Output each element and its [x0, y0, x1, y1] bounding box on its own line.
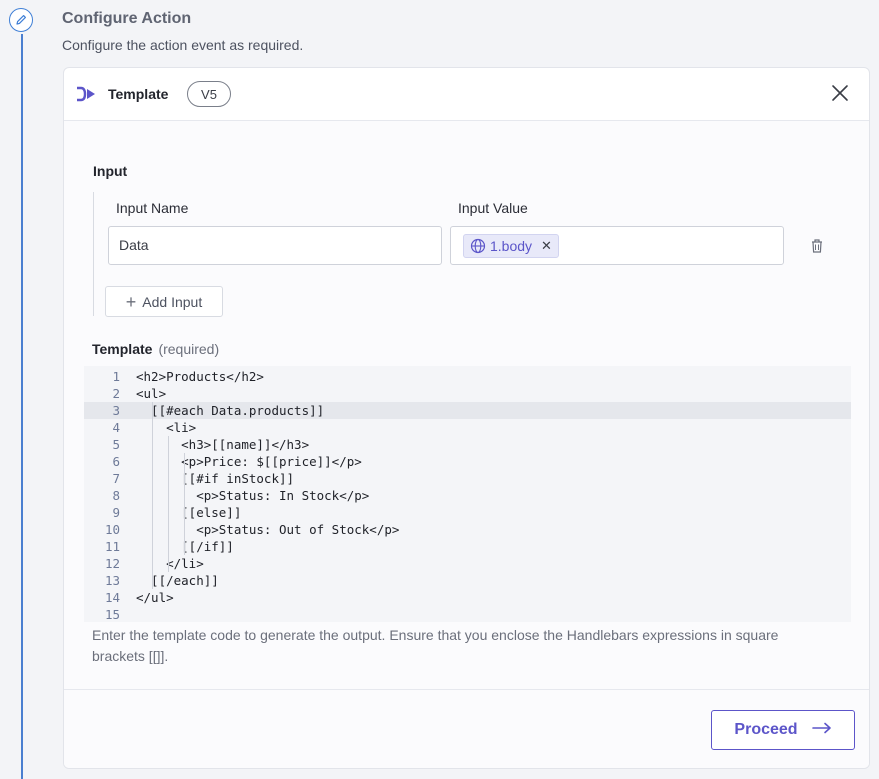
- trash-icon[interactable]: [809, 237, 825, 255]
- card-header: Template V5: [64, 68, 869, 121]
- version-badge: V5: [187, 81, 231, 107]
- card-footer: Proceed: [64, 689, 869, 768]
- code-line[interactable]: 4 <li>: [84, 419, 851, 436]
- code-line[interactable]: 2 <ul>: [84, 385, 851, 402]
- line-number: 14: [104, 590, 120, 605]
- code-line[interactable]: 9 [[else]]: [84, 504, 851, 521]
- line-number: 10: [104, 522, 120, 537]
- step-edit-icon: [9, 8, 33, 32]
- code-line[interactable]: 15: [84, 606, 851, 623]
- line-number: 12: [104, 556, 120, 571]
- code-editor[interactable]: 1 <h2>Products</h2> 2 <ul> 3 [[#each Data.pr…: [84, 366, 851, 622]
- code-text: </ul>: [136, 590, 174, 605]
- line-number: 1: [112, 369, 120, 384]
- add-input-button[interactable]: + Add Input: [105, 286, 223, 317]
- input-value-field[interactable]: 1.body ✕: [450, 226, 784, 265]
- arrow-right-icon: [811, 721, 832, 739]
- input-value-label: Input Value: [458, 200, 528, 216]
- code-line[interactable]: 7 [[#if inStock]]: [84, 470, 851, 487]
- input-name-label: Input Name: [116, 200, 189, 216]
- code-text: [[#if inStock]]: [136, 471, 295, 486]
- code-line[interactable]: 1 <h2>Products</h2>: [84, 368, 851, 385]
- line-number: 2: [112, 386, 120, 401]
- indent-guide: [168, 436, 169, 572]
- template-label: Template (required): [92, 341, 219, 357]
- code-line[interactable]: 14 </ul>: [84, 589, 851, 606]
- template-label-text: Template: [92, 341, 153, 357]
- input-heading: Input: [93, 163, 128, 179]
- code-text: <p>Status: In Stock</p>: [136, 488, 370, 503]
- line-number: 15: [104, 607, 120, 622]
- template-required: (required): [158, 341, 220, 357]
- input-group-divider: [93, 192, 94, 316]
- line-number: 4: [112, 420, 120, 435]
- code-text: </li>: [136, 556, 204, 571]
- add-input-label: Add Input: [142, 293, 203, 310]
- line-number: 7: [112, 471, 120, 486]
- section-title: Configure Action: [62, 10, 192, 27]
- code-line[interactable]: 11 [[/if]]: [84, 538, 851, 555]
- code-line[interactable]: 13 [[/each]]: [84, 572, 851, 589]
- code-text: [[/each]]: [136, 573, 219, 588]
- indent-guide: [184, 453, 185, 555]
- line-number: 9: [112, 505, 120, 520]
- line-number: 6: [112, 454, 120, 469]
- close-icon[interactable]: [829, 82, 851, 104]
- proceed-button[interactable]: Proceed: [711, 710, 855, 750]
- code-line[interactable]: 8 <p>Status: In Stock</p>: [84, 487, 851, 504]
- line-number: 13: [104, 573, 120, 588]
- code-text: <p>Status: Out of Stock</p>: [136, 522, 400, 537]
- value-chip: 1.body ✕: [463, 234, 559, 258]
- code-line[interactable]: 6 <p>Price: $[[price]]</p>: [84, 453, 851, 470]
- plus-icon: +: [125, 291, 137, 312]
- section-subtitle: Configure the action event as required.: [62, 37, 304, 53]
- code-text: [[#each Data.products]]: [136, 403, 325, 418]
- code-text: <li>: [136, 420, 197, 435]
- code-line[interactable]: 12 </li>: [84, 555, 851, 572]
- code-line[interactable]: 3 [[#each Data.products]]: [84, 402, 851, 419]
- proceed-label: Proceed: [734, 721, 798, 738]
- input-name-field[interactable]: Data: [108, 226, 442, 265]
- line-number: 11: [104, 539, 120, 554]
- line-number: 3: [112, 403, 120, 418]
- indent-guide: [152, 402, 153, 589]
- card-title: Template: [108, 86, 169, 102]
- code-line[interactable]: 10 <p>Status: Out of Stock</p>: [84, 521, 851, 538]
- code-text: <ul>: [136, 386, 167, 401]
- globe-icon: [470, 238, 486, 254]
- line-number: 5: [112, 437, 120, 452]
- action-card: Template V5 Input Input Name Input Value…: [63, 67, 870, 769]
- line-number: 8: [112, 488, 120, 503]
- timeline-line: [21, 34, 23, 779]
- code-line[interactable]: 5 <h3>[[name]]</h3>: [84, 436, 851, 453]
- code-text: <h2>Products</h2>: [136, 369, 264, 384]
- value-chip-label: 1.body: [490, 238, 533, 254]
- input-name-value: Data: [119, 237, 149, 253]
- template-help-text: Enter the template code to generate the …: [92, 627, 779, 664]
- chip-remove-icon[interactable]: ✕: [541, 238, 552, 254]
- template-arrow-icon: [75, 85, 99, 103]
- code-text: <h3>[[name]]</h3>: [136, 437, 310, 452]
- code-text: <p>Price: $[[price]]</p>: [136, 454, 362, 469]
